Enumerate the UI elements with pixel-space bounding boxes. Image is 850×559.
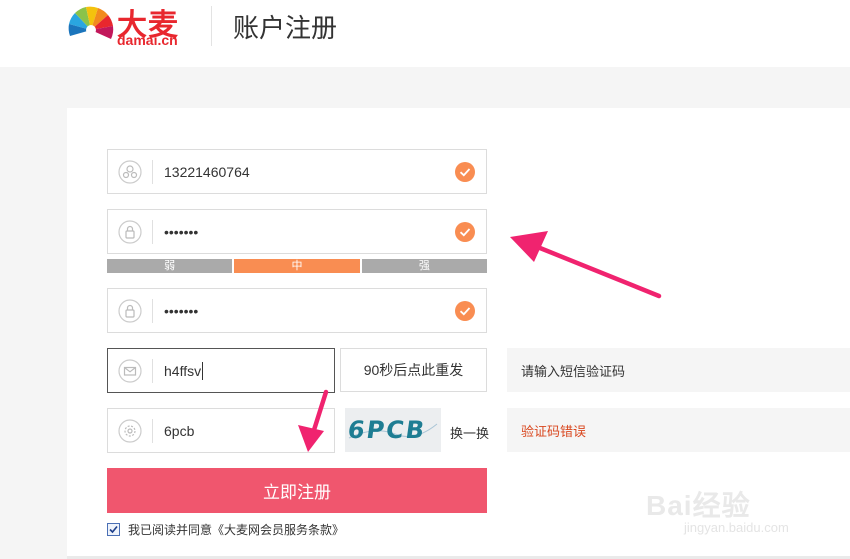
header-divider	[211, 6, 212, 46]
terms-checkbox[interactable]	[107, 523, 120, 536]
phone-field[interactable]: 13221460764	[107, 149, 487, 194]
refresh-captcha-link[interactable]: 换一换	[450, 423, 489, 442]
text-cursor	[202, 361, 204, 380]
field-separator	[152, 419, 153, 443]
field-separator	[152, 299, 153, 323]
watermark-text: Bai经验	[646, 490, 751, 521]
password-strength-meter: 弱 中 强	[107, 259, 487, 273]
terms-label[interactable]: 我已阅读并同意《大麦网会员服务条款》	[128, 521, 344, 538]
field-separator	[152, 359, 153, 383]
strength-strong: 强	[361, 259, 487, 273]
strength-weak: 弱	[107, 259, 233, 273]
captcha-error-tip: 验证码错误	[507, 408, 850, 452]
terms-agreement: 我已阅读并同意《大麦网会员服务条款》	[107, 521, 344, 538]
captcha-input[interactable]: 6pcb	[164, 409, 194, 452]
check-icon	[455, 300, 475, 321]
page-title: 账户注册	[233, 13, 338, 43]
captcha-field[interactable]: 6pcb	[107, 408, 335, 453]
confirm-password-input[interactable]: •••••••	[164, 289, 198, 332]
sms-code-field[interactable]: h4ffsv	[107, 348, 335, 393]
register-submit-button[interactable]: 立即注册	[107, 468, 487, 513]
captcha-text: 6PCB	[346, 416, 428, 444]
watermark-url: jingyan.baidu.com	[684, 520, 789, 535]
user-icon	[118, 159, 142, 184]
strength-medium: 中	[234, 259, 360, 273]
check-icon	[455, 161, 475, 182]
sms-code-input[interactable]: h4ffsv	[164, 349, 204, 392]
mail-icon	[118, 358, 142, 383]
baidu-jingyan-watermark: Bai经验 jingyan.baidu.com	[646, 484, 846, 544]
checkmark-icon	[109, 525, 118, 534]
phone-input[interactable]: 13221460764	[164, 150, 250, 193]
password-field[interactable]: •••••••	[107, 209, 487, 254]
gear-icon	[118, 418, 142, 443]
captcha-image[interactable]: 6PCB	[345, 408, 441, 452]
sms-code-tip: 请输入短信验证码	[507, 348, 850, 392]
lock-icon	[118, 219, 142, 244]
field-separator	[152, 220, 153, 244]
field-separator	[152, 160, 153, 184]
password-input[interactable]: •••••••	[164, 210, 198, 253]
confirm-password-field[interactable]: •••••••	[107, 288, 487, 333]
resend-sms-button[interactable]: 90秒后点此重发	[340, 348, 487, 392]
check-icon	[455, 221, 475, 242]
header: 大麦 damai.cn 账户注册	[0, 0, 850, 67]
lock-icon	[118, 298, 142, 323]
logo-domain: damai.cn	[117, 32, 178, 48]
sms-code-value: h4ffsv	[164, 362, 202, 379]
